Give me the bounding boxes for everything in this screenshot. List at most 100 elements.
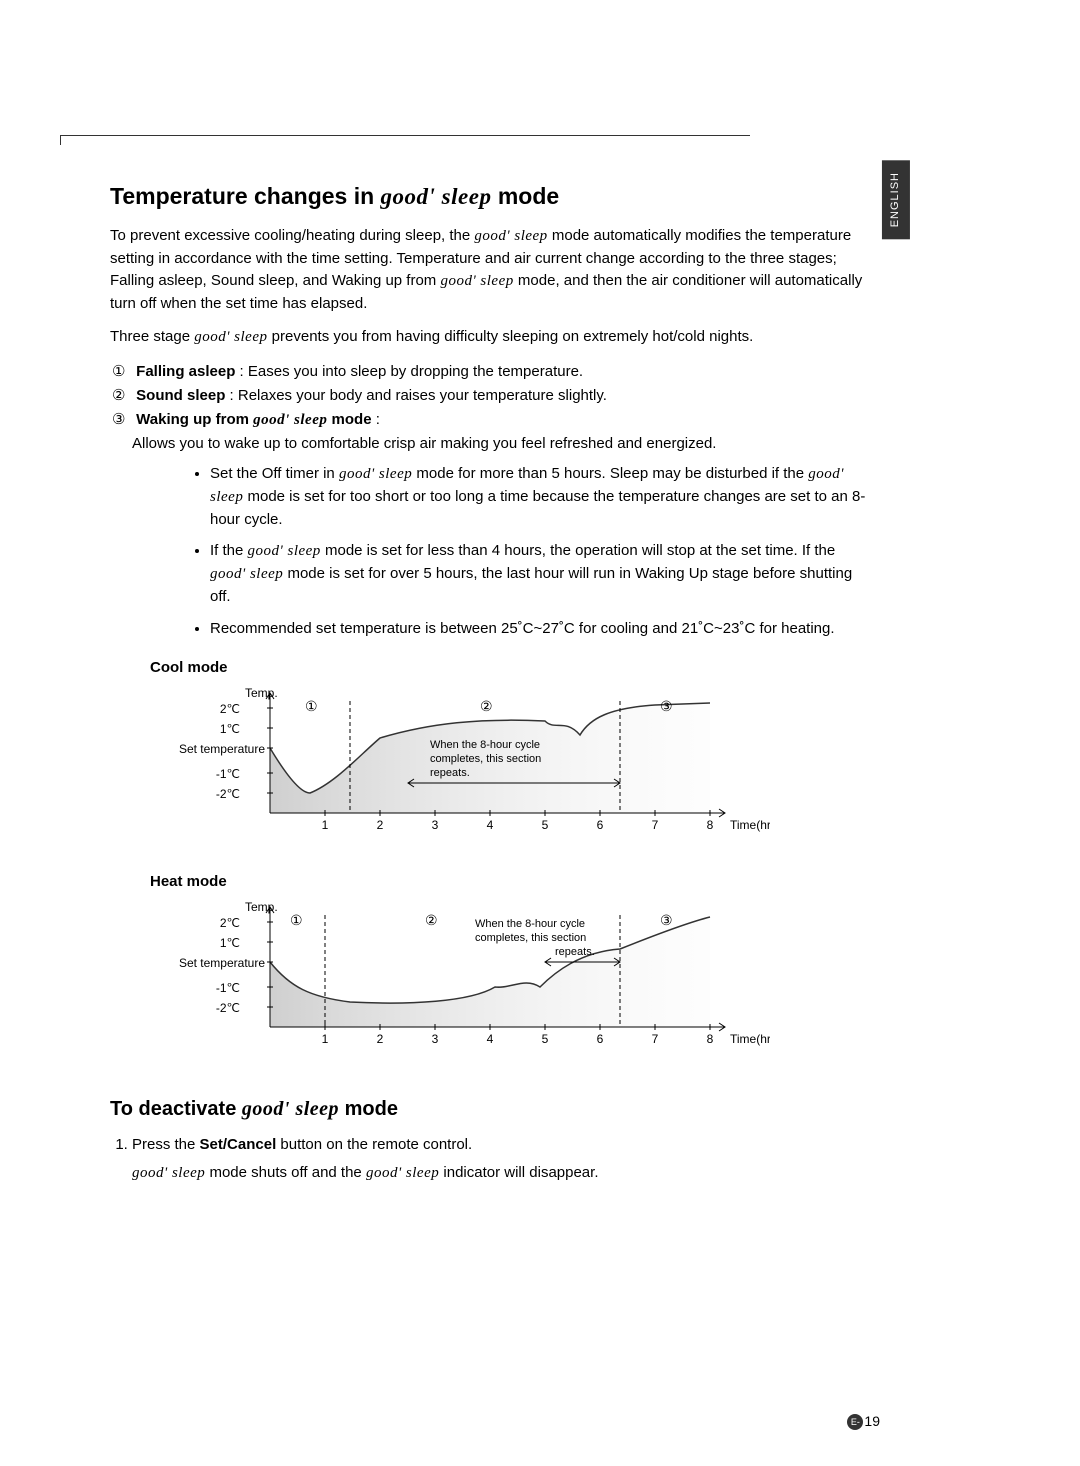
button-name: Set/Cancel (200, 1136, 277, 1153)
stage-label: Falling asleep (136, 363, 235, 380)
y-axis-label: Temp. (245, 686, 278, 700)
y-tick: -2℃ (216, 787, 240, 801)
stage-marker-1: ① (290, 912, 303, 928)
x-axis-label: Time(hr.) (730, 1032, 770, 1046)
good-sleep-text: good' sleep (242, 1098, 339, 1120)
text: Recommended set temperature is between 2… (210, 620, 835, 637)
y-axis-label: Temp. (245, 900, 278, 914)
page-number: E-19 (847, 1411, 880, 1431)
three-stage-paragraph: Three stage good' sleep prevents you fro… (110, 326, 870, 349)
x-tick: 2 (377, 818, 384, 832)
content: Temperature changes in good' sleep mode … (110, 180, 870, 1190)
annotation-text: When the 8-hour cycle (430, 739, 540, 751)
note-item: Recommended set temperature is between 2… (210, 618, 870, 640)
header-rule (60, 135, 750, 136)
x-tick: 7 (652, 818, 659, 832)
text: button on the remote control. (276, 1136, 472, 1153)
stage-text: Allows you to wake up to comfortable cri… (132, 433, 870, 455)
stage-2: ② Sound sleep : Relaxes your body and ra… (112, 385, 870, 407)
x-tick: 3 (432, 1032, 439, 1046)
language-tab: ENGLISH (882, 160, 910, 239)
stage-number-icon: ③ (112, 409, 132, 431)
annotation-text: When the 8-hour cycle (475, 918, 585, 930)
stage-3: ③ Waking up from good' sleep mode : Allo… (112, 409, 870, 456)
stage-marker-2: ② (480, 698, 493, 714)
stage-text: : Relaxes your body and raises your temp… (225, 387, 607, 404)
x-tick: 5 (542, 1032, 549, 1046)
stage-1: ① Falling asleep : Eases you into sleep … (112, 361, 870, 383)
text: mode shuts off and the (205, 1164, 366, 1181)
x-tick: 7 (652, 1032, 659, 1046)
y-tick: -1℃ (216, 767, 240, 781)
note-item: If the good' sleep mode is set for less … (210, 540, 870, 607)
stage-marker-2: ② (425, 912, 438, 928)
chart-label: Cool mode (150, 657, 870, 679)
x-tick: 1 (322, 1032, 329, 1046)
section-title: Temperature changes in good' sleep mode (110, 180, 870, 213)
text: mode is set for less than 4 hours, the o… (321, 542, 835, 559)
good-sleep-text: good' sleep (339, 466, 412, 482)
x-tick: 4 (487, 1032, 494, 1046)
x-tick: 1 (322, 818, 329, 832)
good-sleep-text: good' sleep (253, 412, 327, 428)
intro-paragraph: To prevent excessive cooling/heating dur… (110, 225, 870, 314)
text: mode for more than 5 hours. Sleep may be… (412, 465, 808, 482)
y-tick: 1℃ (220, 936, 240, 950)
text: If the (210, 542, 248, 559)
text: To deactivate (110, 1098, 242, 1120)
good-sleep-text: good' sleep (366, 1165, 439, 1181)
text: mode is set for over 5 hours, the last h… (210, 565, 852, 605)
annotation-text: completes, this section (475, 932, 586, 944)
good-sleep-text: good' sleep (474, 228, 547, 244)
text: Press the (132, 1136, 200, 1153)
stage-text: : Eases you into sleep by dropping the t… (235, 363, 583, 380)
y-tick: 2℃ (220, 702, 240, 716)
chart-label: Heat mode (150, 871, 870, 893)
x-tick: 5 (542, 818, 549, 832)
page-prefix-icon: E- (847, 1414, 863, 1430)
y-tick: -1℃ (216, 981, 240, 995)
x-tick: 4 (487, 818, 494, 832)
page-number-value: 19 (864, 1413, 880, 1429)
good-sleep-text: good' sleep (440, 273, 513, 289)
x-axis-label: Time(hr.) (730, 818, 770, 832)
annotation-text: repeats. (430, 767, 470, 779)
cool-mode-chart: Cool mode (150, 657, 870, 853)
text: mode is set for too short or too long a … (210, 488, 865, 528)
heat-mode-chart: Heat mode (150, 871, 870, 1067)
stage-list: ① Falling asleep : Eases you into sleep … (112, 361, 870, 455)
x-tick: 3 (432, 818, 439, 832)
x-tick: 8 (707, 818, 714, 832)
text: Set the Off timer in (210, 465, 339, 482)
text: prevents you from having difficulty slee… (268, 328, 754, 345)
heat-chart-svg: ① ② ③ Temp. 2℃ 1℃ Set temperature -1℃ -2… (150, 897, 770, 1067)
y-tick: 1℃ (220, 722, 240, 736)
note-item: Set the Off timer in good' sleep mode fo… (210, 463, 870, 530)
notes-list: Set the Off timer in good' sleep mode fo… (170, 463, 870, 639)
stage-label: Sound sleep (136, 387, 225, 404)
text: mode (339, 1098, 398, 1120)
good-sleep-text: good' sleep (194, 329, 267, 345)
y-tick: Set temperature (179, 742, 265, 756)
y-tick: 2℃ (220, 916, 240, 930)
text: indicator will disappear. (439, 1164, 598, 1181)
stage-number-icon: ② (112, 385, 132, 407)
y-tick: Set temperature (179, 956, 265, 970)
good-sleep-text: good' sleep (210, 566, 283, 582)
y-tick: -2℃ (216, 1001, 240, 1015)
stage-marker-1: ① (305, 698, 318, 714)
annotation-text: repeats. (555, 946, 595, 958)
page: ENGLISH Temperature changes in good' sle… (0, 0, 1080, 1466)
title-part-a: Temperature changes in (110, 183, 381, 209)
x-tick: 8 (707, 1032, 714, 1046)
good-sleep-text: good' sleep (132, 1165, 205, 1181)
step-1: Press the Set/Cancel button on the remot… (132, 1134, 870, 1185)
stage-marker-3: ③ (660, 912, 673, 928)
x-tick: 6 (597, 1032, 604, 1046)
text: Three stage (110, 328, 194, 345)
deactivate-steps: Press the Set/Cancel button on the remot… (110, 1134, 870, 1185)
good-sleep-text: good' sleep (248, 543, 321, 559)
stage-label: Waking up from (136, 411, 253, 428)
cool-chart-svg: ① ② ③ Temp. 2℃ 1℃ Set temperature -1℃ -2… (150, 683, 770, 853)
stage-marker-3: ③ (660, 698, 673, 714)
